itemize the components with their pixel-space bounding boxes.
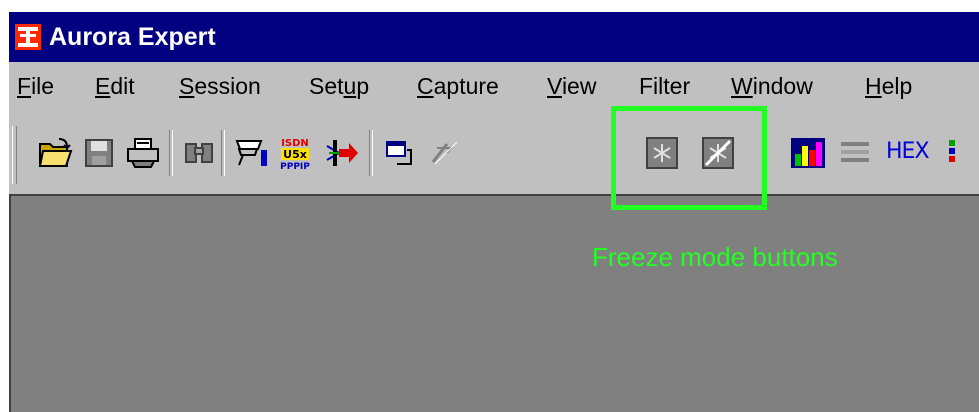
lines-view-icon[interactable] — [837, 136, 873, 170]
disabled-tool-icon[interactable] — [427, 136, 461, 170]
toolbar: ISDN U5x PPPIP HEX — [9, 116, 979, 192]
edit-filter-icon[interactable] — [233, 136, 271, 170]
menu-file[interactable]: File — [17, 73, 54, 99]
connect-arrow-icon[interactable] — [323, 136, 361, 170]
toolbar-separator — [221, 130, 225, 176]
open-folder-icon[interactable] — [37, 136, 73, 170]
window-title: Aurora Expert — [49, 23, 216, 51]
menu-help[interactable]: Help — [865, 73, 912, 99]
hex-view-icon[interactable]: HEX — [886, 138, 930, 166]
freeze-buttons-highlight-box — [611, 106, 767, 210]
statistics-chart-icon[interactable] — [789, 136, 827, 170]
layers-icon[interactable] — [945, 136, 979, 170]
title-bar[interactable]: Aurora Expert — [9, 12, 979, 62]
save-disk-icon[interactable] — [83, 136, 115, 170]
menu-bar: File Edit Session Setup Capture View Fil… — [9, 66, 979, 106]
aurora-logo-icon — [15, 24, 41, 50]
svg-text:PPPIP: PPPIP — [280, 162, 310, 170]
menu-session[interactable]: Session — [179, 73, 261, 99]
menu-setup[interactable]: Setup — [309, 73, 369, 99]
workspace-area[interactable] — [9, 194, 979, 412]
annotation-callout: Freeze mode buttons — [592, 242, 838, 272]
find-binoculars-icon[interactable] — [183, 136, 215, 170]
menu-window[interactable]: Window — [731, 73, 813, 99]
print-icon[interactable] — [125, 136, 161, 170]
menu-filter[interactable]: Filter — [639, 73, 690, 99]
toolbar-grip[interactable] — [12, 126, 17, 184]
svg-text:U5x: U5x — [283, 148, 307, 161]
toolbar-separator — [169, 130, 173, 176]
protocol-isdn-icon[interactable]: ISDN U5x PPPIP — [275, 136, 315, 170]
menu-view[interactable]: View — [547, 73, 596, 99]
window-icon[interactable] — [383, 136, 417, 170]
toolbar-separator — [369, 130, 373, 176]
app-window: Aurora Expert File Edit Session Setup Ca… — [9, 12, 979, 412]
menu-capture[interactable]: Capture — [417, 73, 499, 99]
menu-edit[interactable]: Edit — [95, 73, 135, 99]
